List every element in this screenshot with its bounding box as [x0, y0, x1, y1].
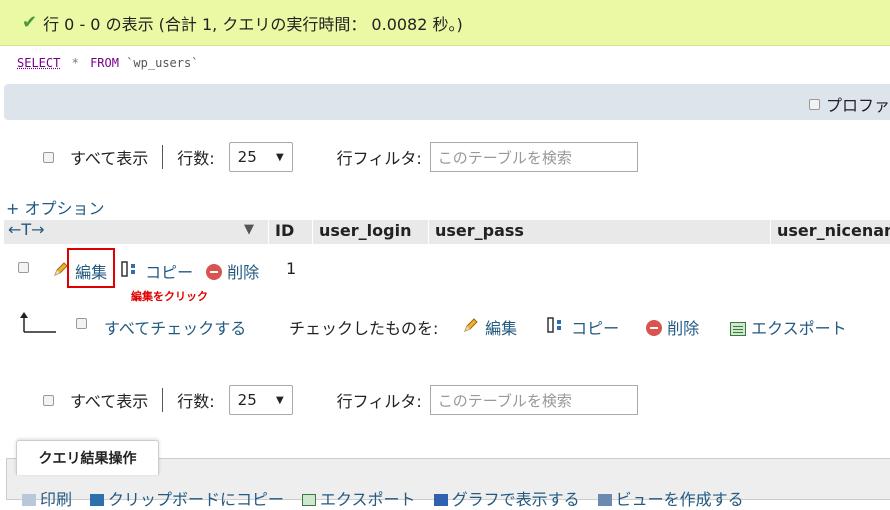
query-ops-title: クエリ結果操作	[16, 440, 159, 475]
table-header: ←T→ ▼ ID user_login user_pass user_nicen…	[4, 220, 890, 244]
delete-icon	[646, 320, 662, 336]
bulk-export-action[interactable]: エクスポート	[730, 315, 847, 339]
filter-label: 行フィルタ:	[336, 149, 422, 168]
show-all-label[interactable]: すべて表示	[70, 388, 148, 412]
sql-table-name: `wp_users`	[126, 56, 199, 70]
row-delete-label[interactable]: 削除	[227, 263, 259, 282]
check-icon: ✔	[22, 12, 38, 33]
navigation-top: すべて表示 行数: 25 ▼ 行フィルタ: このテーブルを検索	[0, 140, 638, 174]
show-all-label[interactable]: すべて表示	[70, 145, 148, 169]
export-icon	[302, 494, 317, 506]
bulk-export-label[interactable]: エクスポート	[751, 319, 847, 338]
bulk-delete-action[interactable]: 削除	[646, 315, 699, 339]
navigation-bottom: すべて表示 行数: 25 ▼ 行フィルタ: このテーブルを検索	[0, 383, 638, 417]
column-header-user-login[interactable]: user_login	[312, 220, 411, 244]
column-header-user-nicename[interactable]: user_nicenam	[770, 220, 890, 244]
filter-label: 行フィルタ:	[336, 392, 422, 411]
bulk-copy-action[interactable]: コピー	[546, 315, 619, 339]
chevron-down-icon: ▼	[275, 394, 284, 406]
view-icon	[597, 494, 612, 506]
rows-select-value: 25	[237, 391, 257, 409]
bulk-edit-action[interactable]: 編集	[462, 315, 517, 339]
rows-label: 行数:	[177, 149, 215, 168]
with-selected-label: チェックしたものを:	[289, 319, 439, 338]
filter-placeholder: このテーブルを検索	[437, 148, 572, 167]
sql-from-keyword: FROM	[90, 56, 119, 70]
copy-icon	[547, 317, 561, 333]
edit-highlight-box	[67, 248, 115, 288]
show-all-checkbox[interactable]	[43, 151, 54, 163]
row-id-value: 1	[286, 259, 297, 278]
sql-select-keyword[interactable]: SELECT	[17, 56, 60, 70]
filter-placeholder: このテーブルを検索	[437, 391, 572, 410]
pencil-icon	[464, 318, 478, 332]
check-all-checkbox[interactable]	[76, 318, 87, 329]
profile-checkbox[interactable]	[808, 98, 820, 110]
column-header-id[interactable]: ID	[268, 220, 294, 244]
sql-query-display: SELECT * FROM `wp_users`	[0, 46, 890, 84]
rows-label: 行数:	[177, 392, 215, 411]
profile-option[interactable]: プロファ	[808, 92, 890, 116]
row-copy-label[interactable]: コピー	[145, 263, 193, 282]
row-delete-action[interactable]: 削除	[206, 259, 259, 283]
sql-star: *	[71, 56, 79, 70]
rows-select[interactable]: 25 ▼	[228, 385, 293, 415]
row-copy-action[interactable]: コピー	[120, 259, 193, 283]
success-message: 行 0 - 0 の表示 (合計 1, クエリの実行時間： 0.0082 秒。)	[43, 14, 463, 34]
create-view-link[interactable]: ビューを作成する	[597, 486, 744, 510]
bulk-actions: すべてチェックする チェックしたものを: 編集 コピー 削除 エクスポート	[0, 310, 890, 340]
chart-icon	[433, 494, 448, 506]
copy-icon	[90, 494, 105, 506]
row-checkbox[interactable]	[18, 262, 29, 273]
column-toggle-arrows[interactable]: ←T→	[8, 220, 45, 239]
arrow-up-left-icon	[20, 312, 56, 333]
query-options-band	[4, 84, 890, 120]
profile-label: プロファ	[825, 96, 890, 115]
annotation-text: 編集をクリック	[131, 290, 208, 303]
bulk-copy-label[interactable]: コピー	[571, 319, 619, 338]
copy-icon	[121, 261, 135, 277]
bulk-delete-label[interactable]: 削除	[667, 319, 699, 338]
print-icon	[22, 494, 36, 506]
options-link[interactable]: + オプション	[6, 195, 105, 219]
bulk-edit-label[interactable]: 編集	[485, 319, 517, 338]
export-icon	[730, 322, 746, 336]
check-all-label[interactable]: すべてチェックする	[104, 315, 246, 339]
rows-select[interactable]: 25 ▼	[228, 142, 293, 172]
filter-input[interactable]: このテーブルを検索	[429, 385, 638, 415]
column-header-user-pass[interactable]: user_pass	[428, 220, 524, 244]
query-ops-links: 印刷 クリップボードにコピー エクスポート グラフで表示する ビューを作成する	[22, 486, 744, 510]
clipboard-copy-link[interactable]: クリップボードにコピー	[90, 486, 284, 510]
table-row: 編集 コピー 削除 1	[0, 254, 890, 282]
chart-link[interactable]: グラフで表示する	[433, 486, 580, 510]
divider	[162, 388, 164, 412]
success-message-bar: ✔ 行 0 - 0 の表示 (合計 1, クエリの実行時間： 0.0082 秒。…	[0, 0, 890, 46]
filter-input[interactable]: このテーブルを検索	[429, 142, 638, 172]
sort-down-icon[interactable]: ▼	[244, 222, 254, 237]
print-link[interactable]: 印刷	[22, 486, 72, 510]
divider	[162, 145, 164, 169]
delete-icon	[206, 264, 222, 280]
chevron-down-icon: ▼	[275, 151, 284, 163]
export-link[interactable]: エクスポート	[302, 486, 416, 510]
show-all-checkbox[interactable]	[43, 394, 54, 406]
rows-select-value: 25	[237, 148, 257, 166]
